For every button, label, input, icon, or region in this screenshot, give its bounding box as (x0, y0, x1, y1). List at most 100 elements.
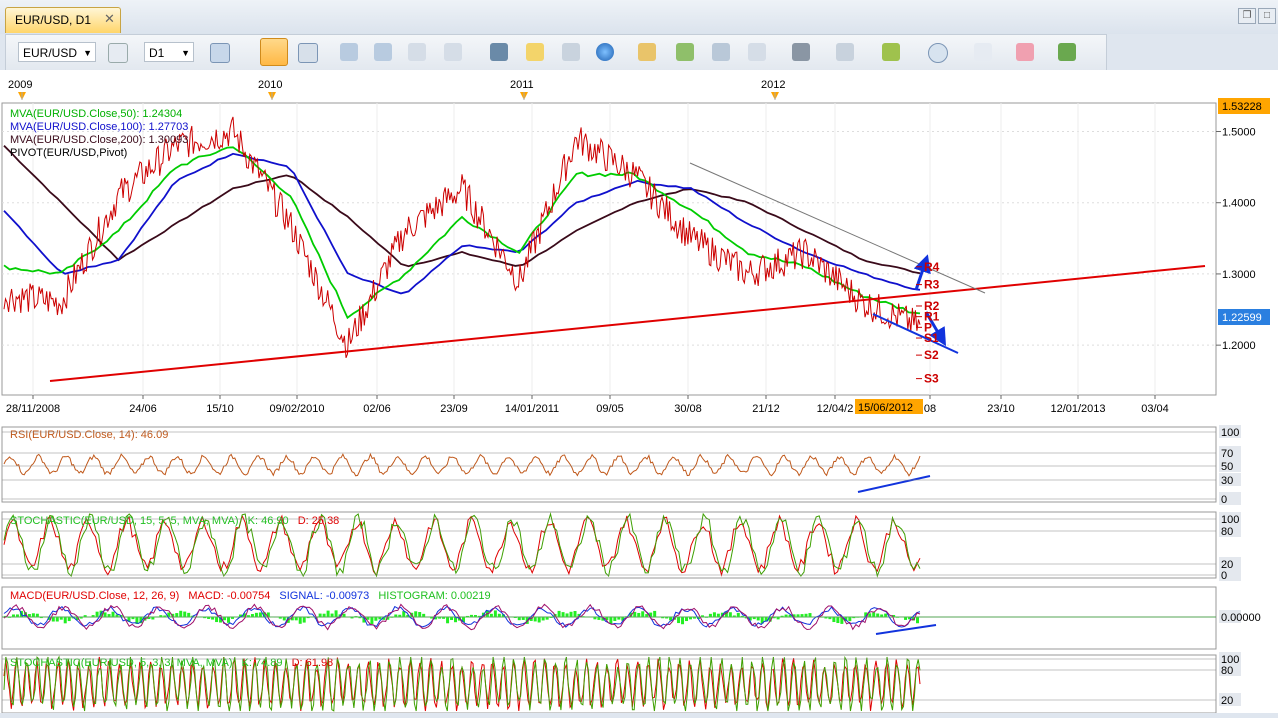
macd-histogram-bar (295, 617, 298, 620)
macd-histogram-bar (570, 612, 573, 617)
macd-histogram-bar (868, 613, 871, 617)
restore-icon[interactable]: ❐ (1238, 8, 1256, 24)
macd-histogram-bar (916, 617, 919, 623)
fibonacci-icon[interactable] (792, 43, 810, 61)
data-window-icon[interactable] (298, 43, 318, 63)
zoom-out-icon[interactable] (374, 43, 392, 61)
macd-histogram-bar (211, 617, 214, 620)
macd-legend-name: MACD(EUR/USD.Close, 12, 26, 9) (10, 590, 179, 602)
link-icon[interactable] (108, 43, 128, 63)
picture-icon[interactable] (676, 43, 694, 61)
chart-svg[interactable]: R4R3R2R1PS1S2S3 2009201020112012 MVA(EUR… (0, 70, 1278, 713)
macd-panel: MACD(EUR/USD.Close, 12, 26, 9) MACD: -0.… (2, 587, 1216, 649)
date-tick-label: 24/06 (129, 403, 157, 415)
indicator-tick-label: 80 (1221, 665, 1233, 677)
chart-type-icon[interactable] (210, 43, 230, 63)
macd-histogram-bar (876, 614, 879, 617)
line-tools-icon[interactable] (748, 43, 766, 61)
macd-histogram-bar (797, 614, 800, 617)
chart-area[interactable]: R4R3R2R1PS1S2S3 2009201020112012 MVA(EUR… (0, 70, 1278, 713)
year-label: 2009 (8, 79, 32, 91)
macd-histogram-bar (327, 611, 330, 617)
macd-histogram-bar (653, 611, 656, 617)
chart-tab[interactable]: EUR/USD, D1 ✕ (5, 7, 121, 33)
object-tree-icon[interactable] (1058, 43, 1076, 61)
macd-histogram-bar (398, 615, 401, 617)
globe-icon[interactable] (596, 43, 614, 61)
crosshair-icon[interactable] (490, 43, 508, 61)
cursor-date-label: 15/06/2012 (858, 402, 913, 414)
macd-histogram-bar (681, 617, 684, 624)
macd-histogram-bar (343, 614, 346, 617)
symbol-select[interactable]: EUR/USD ▼ (18, 42, 96, 62)
macd-histogram-bar (223, 617, 226, 620)
ellipse-icon[interactable] (928, 43, 948, 63)
macd-histogram-bar (251, 614, 254, 617)
macd-histogram-bar (538, 617, 541, 622)
macd-legend-hist: HISTOGRAM: 0.00219 (378, 590, 490, 602)
macd-histogram-bar (474, 615, 477, 617)
text-tool-icon[interactable] (974, 43, 992, 61)
tab-bar: EUR/USD, D1 ✕ ❐ □ (0, 0, 1278, 34)
stoch15-legend: STOCHASTIC(EUR/USD, 15, 5, 5, MVA, MVA) … (10, 515, 339, 527)
pen-icon[interactable] (882, 43, 900, 61)
macd-histogram-bar (108, 614, 111, 617)
date-tick-label: 30/08 (674, 403, 702, 415)
zoom-in-icon[interactable] (340, 43, 358, 61)
date-tick-label: 23/10 (987, 403, 1015, 415)
macd-histogram-bar (717, 614, 720, 617)
indicator-tick-label: 0.00000 (1221, 612, 1261, 624)
macd-histogram-bar (414, 611, 417, 617)
stochastic-5-panel: STOCHASTIC(EUR/USD, 5, 3, 3, MVA, MVA) K… (2, 655, 1216, 713)
pitchfork-icon[interactable] (836, 43, 854, 61)
chart-toolbar: EUR/USD ▼ D1 ▼ (5, 34, 1107, 72)
date-axis: 28/11/200824/0615/1009/02/201002/0623/09… (6, 395, 1169, 415)
macd-histogram-bar (832, 617, 835, 622)
macd-legend: MACD(EUR/USD.Close, 12, 26, 9) MACD: -0.… (10, 590, 491, 602)
cursor-icon[interactable] (408, 43, 426, 61)
macd-histogram-bar (418, 612, 421, 617)
drawing-icon[interactable] (526, 43, 544, 61)
timeframe-select[interactable]: D1 ▼ (144, 42, 194, 62)
legend-ma200: MVA(EUR/USD.Close,200): 1.30093 (10, 134, 188, 146)
year-markers: 2009201020112012 (8, 79, 785, 100)
macd-histogram-bar (52, 617, 55, 622)
macd-histogram-bar (872, 612, 875, 617)
indicator-tick-label: 30 (1221, 475, 1233, 487)
eraser-icon[interactable] (1016, 43, 1034, 61)
price-tick-label: 1.2000 (1222, 340, 1256, 352)
date-tick-label: 21/12 (752, 403, 780, 415)
macd-histogram-bar (494, 610, 497, 617)
macd-histogram-bar (96, 612, 99, 617)
macd-histogram-bar (12, 614, 15, 617)
macd-histogram-bar (593, 617, 596, 619)
date-tick-label: 12/01/2013 (1050, 403, 1105, 415)
scroll-icon[interactable] (562, 43, 580, 61)
timeframe-select-value: D1 (149, 46, 164, 60)
pivot-level-label: S2 (924, 348, 939, 362)
macd-histogram-bar (36, 614, 39, 617)
rsi-legend: RSI(EUR/USD.Close, 14): 46.09 (10, 429, 168, 441)
date-tick-label: 03/04 (1141, 403, 1169, 415)
rsi-panel: RSI(EUR/USD.Close, 14): 46.09 (2, 427, 1216, 502)
macd-histogram-bar (801, 614, 804, 617)
macd-histogram-bar (60, 617, 63, 620)
ruler-icon[interactable] (638, 43, 656, 61)
macd-histogram-bar (374, 617, 377, 621)
pivot-level-label: S3 (924, 372, 939, 386)
legend-ma50: MVA(EUR/USD.Close,50): 1.24304 (10, 108, 182, 120)
macd-legend-signal: SIGNAL: -0.00973 (279, 590, 369, 602)
macd-histogram-bar (131, 617, 134, 619)
macd-histogram-bar (645, 614, 648, 617)
price-panel (2, 103, 1216, 395)
legend-pivot: PIVOT(EUR/USD,Pivot) (10, 147, 127, 159)
macd-histogram-bar (68, 617, 71, 621)
candles-icon[interactable] (260, 38, 288, 66)
template-icon[interactable] (712, 43, 730, 61)
close-icon[interactable]: ✕ (104, 11, 115, 27)
zoom-region-icon[interactable] (444, 43, 462, 61)
price-tick-label: 1.5000 (1222, 126, 1256, 138)
macd-histogram-bar (808, 613, 811, 617)
stoch15-legend-d: D: 25.38 (298, 515, 340, 527)
maximize-icon[interactable]: □ (1258, 8, 1276, 24)
